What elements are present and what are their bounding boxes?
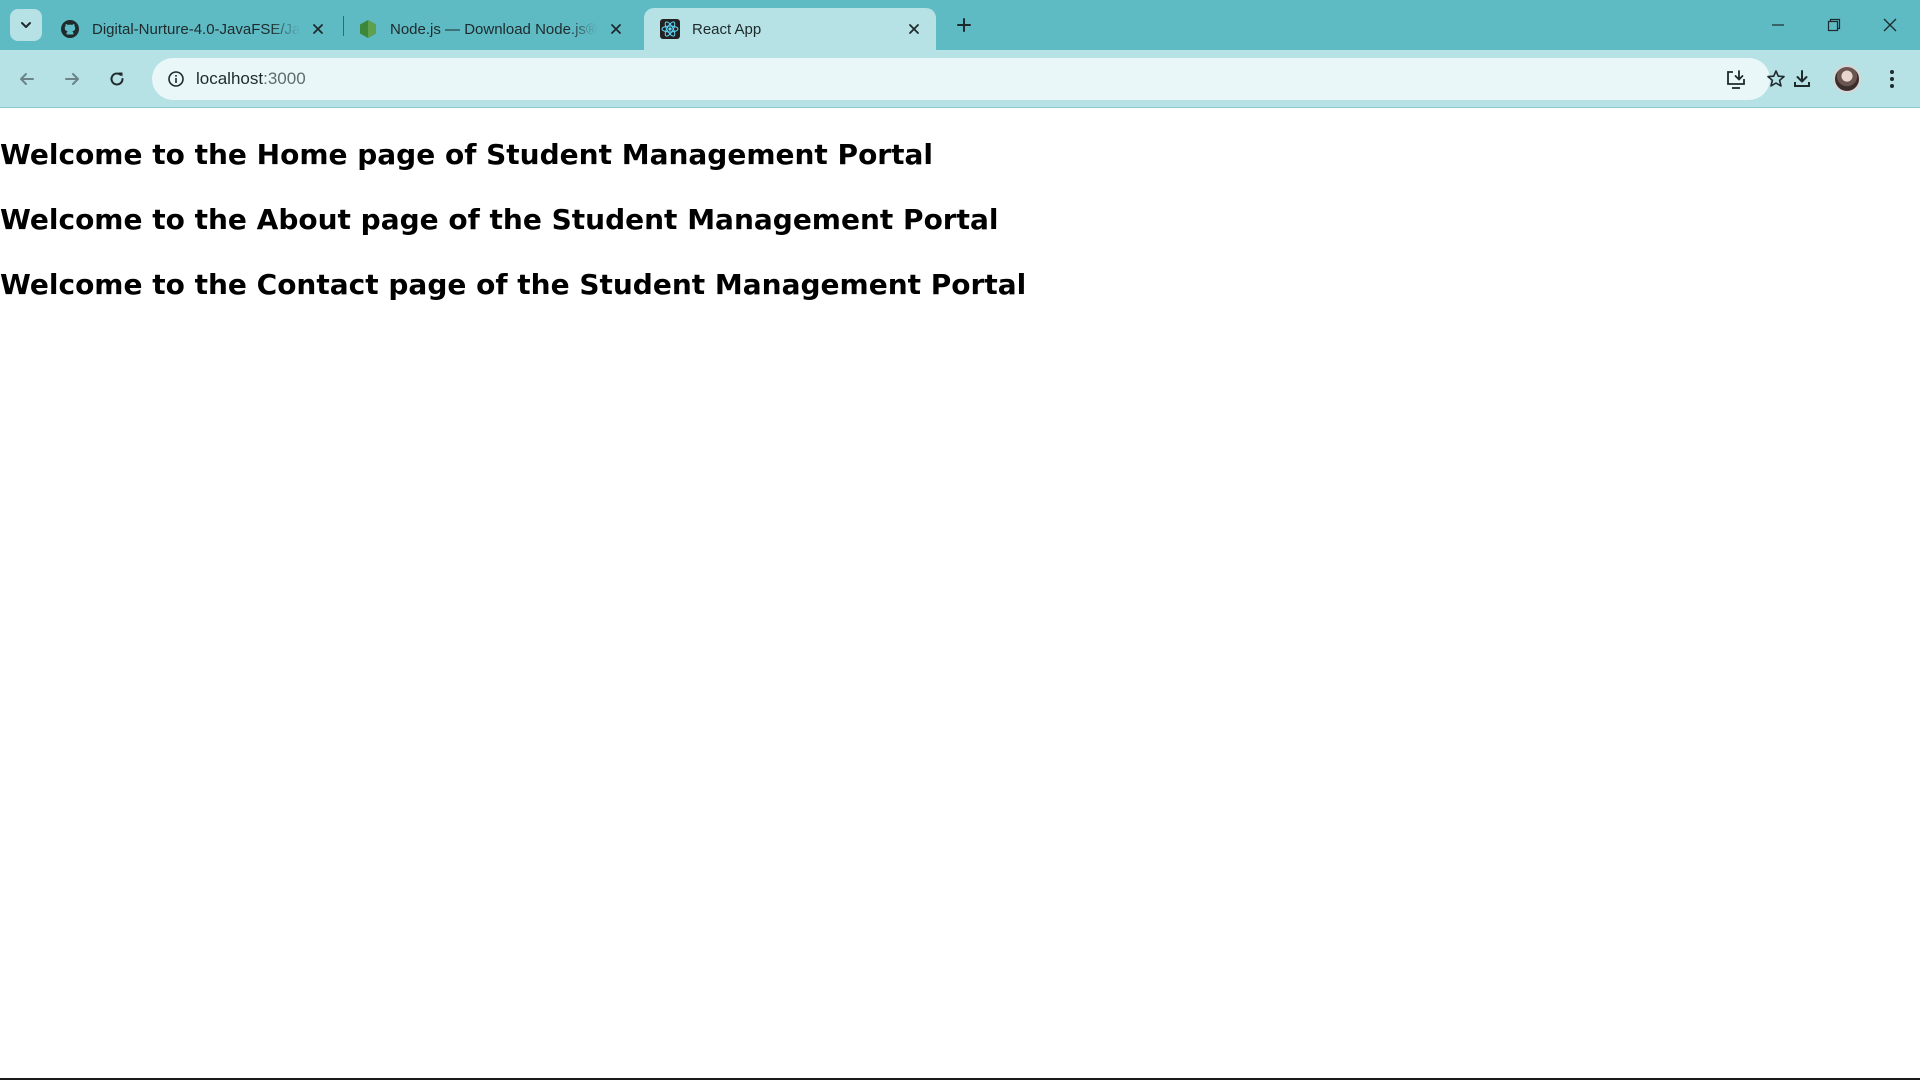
close-window-button[interactable] bbox=[1862, 0, 1918, 50]
minimize-icon bbox=[1772, 24, 1784, 26]
home-heading: Welcome to the Home page of Student Mana… bbox=[0, 138, 933, 171]
url-port: :3000 bbox=[263, 69, 306, 88]
profile-button[interactable] bbox=[1829, 61, 1865, 97]
reload-icon bbox=[110, 72, 124, 86]
close-icon[interactable] bbox=[606, 19, 626, 39]
restore-icon bbox=[1827, 18, 1841, 32]
plus-icon bbox=[957, 18, 971, 32]
more-vertical-icon bbox=[1890, 70, 1894, 88]
url-text[interactable]: localhost:3000 bbox=[196, 58, 306, 100]
close-icon[interactable] bbox=[308, 19, 328, 39]
install-app-icon bbox=[1727, 70, 1745, 89]
tab-title: Digital-Nurture-4.0-JavaFSE/Java bbox=[92, 20, 300, 38]
arrow-right-icon bbox=[65, 73, 79, 85]
tab-search-button[interactable] bbox=[10, 9, 42, 41]
close-icon bbox=[1883, 18, 1897, 32]
arrow-left-icon bbox=[20, 73, 34, 85]
nodejs-icon bbox=[358, 19, 378, 39]
chevron-down-icon bbox=[21, 22, 31, 28]
back-button[interactable] bbox=[9, 61, 45, 97]
reload-button[interactable] bbox=[99, 61, 135, 97]
browser-toolbar: localhost:3000 bbox=[0, 50, 1920, 108]
tab-github[interactable]: Digital-Nurture-4.0-JavaFSE/Java bbox=[44, 8, 340, 50]
download-icon bbox=[1794, 70, 1810, 87]
react-icon bbox=[660, 19, 680, 39]
url-host: localhost bbox=[196, 69, 264, 88]
site-info-icon[interactable] bbox=[160, 63, 192, 95]
minimize-button[interactable] bbox=[1750, 0, 1806, 50]
tab-react-app[interactable]: React App bbox=[644, 8, 936, 50]
menu-button[interactable] bbox=[1874, 61, 1910, 97]
github-icon bbox=[60, 19, 80, 39]
downloads-button[interactable] bbox=[1784, 61, 1820, 97]
page-content: Welcome to the Home page of Student Mana… bbox=[0, 109, 1920, 1078]
about-heading: Welcome to the About page of the Student… bbox=[0, 203, 999, 236]
tab-title: Node.js — Download Node.js® bbox=[390, 20, 597, 38]
address-bar[interactable]: localhost:3000 bbox=[152, 58, 1785, 100]
tab-nodejs[interactable]: Node.js — Download Node.js® bbox=[342, 8, 638, 50]
tab-title: React App bbox=[692, 20, 762, 38]
star-icon bbox=[1767, 70, 1785, 87]
close-icon[interactable] bbox=[904, 19, 924, 39]
restore-button[interactable] bbox=[1806, 0, 1862, 50]
avatar bbox=[1833, 65, 1861, 93]
contact-heading: Welcome to the Contact page of the Stude… bbox=[0, 268, 1027, 301]
tab-strip: Digital-Nurture-4.0-JavaFSE/Java Node.js… bbox=[0, 0, 1920, 50]
install-app-button[interactable] bbox=[1720, 63, 1752, 95]
new-tab-button[interactable] bbox=[950, 11, 978, 39]
forward-button[interactable] bbox=[54, 61, 90, 97]
